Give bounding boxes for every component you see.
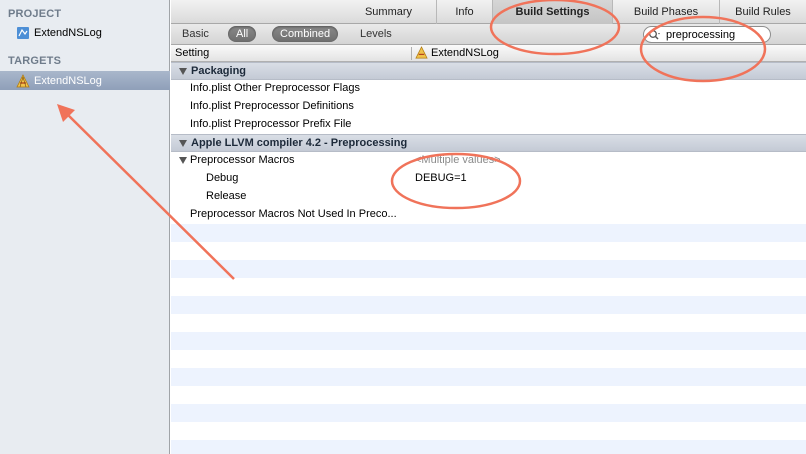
settings-column-header: Setting ExtendNSLog <box>171 45 806 62</box>
filter-levels-button[interactable]: Levels <box>352 26 400 42</box>
tab-build-settings[interactable]: Build Settings <box>492 0 612 24</box>
disclosure-triangle-icon[interactable] <box>179 140 187 147</box>
filter-basic-button[interactable]: Basic <box>174 26 217 42</box>
setting-name: Preprocessor Macros <box>190 154 295 166</box>
filter-all-button[interactable]: All <box>228 26 257 42</box>
empty-row <box>171 386 806 404</box>
build-settings-filter-bar: Basic All Combined Levels <box>171 24 806 45</box>
section-header-packaging[interactable]: Packaging <box>171 62 806 80</box>
table-row[interactable]: Info.plist Preprocessor Prefix File <box>171 116 806 134</box>
section-title: Apple LLVM compiler 4.2 - Preprocessing <box>191 137 408 149</box>
empty-row <box>171 260 806 278</box>
table-row[interactable]: Info.plist Preprocessor Definitions <box>171 98 806 116</box>
sidebar-item-target[interactable]: ExtendNSLog <box>0 71 170 90</box>
column-divider[interactable] <box>411 47 412 60</box>
disclosure-triangle-icon[interactable] <box>179 68 187 75</box>
target-name: ExtendNSLog <box>34 74 102 87</box>
project-navigator: PROJECT ExtendNSLog TARGETS ExtendNSLog <box>0 0 170 454</box>
setting-name: Info.plist Preprocessor Definitions <box>190 100 354 112</box>
project-blueprint-icon <box>16 26 30 40</box>
empty-row <box>171 440 806 454</box>
table-row[interactable]: Preprocessor Macros Not Used In Preco... <box>171 206 806 224</box>
tab-info[interactable]: Info <box>436 0 492 24</box>
empty-row <box>171 368 806 386</box>
filter-combined-button[interactable]: Combined <box>272 26 339 42</box>
table-row-debug[interactable]: Debug DEBUG=1 <box>171 170 806 188</box>
search-icon <box>648 29 662 41</box>
empty-row <box>171 296 806 314</box>
configuration-name: Release <box>206 190 247 202</box>
tab-summary[interactable]: Summary <box>341 0 436 24</box>
build-settings-table: Packaging Info.plist Other Preprocessor … <box>171 62 806 454</box>
disclosure-triangle-icon[interactable] <box>179 157 187 164</box>
tab-build-phases[interactable]: Build Phases <box>612 0 719 24</box>
empty-row <box>171 404 806 422</box>
setting-name: Info.plist Preprocessor Prefix File <box>190 118 352 130</box>
empty-row <box>171 332 806 350</box>
target-column-label: ExtendNSLog <box>431 46 499 59</box>
empty-row <box>171 422 806 440</box>
empty-row <box>171 350 806 368</box>
section-title: Packaging <box>191 65 247 77</box>
tab-build-rules[interactable]: Build Rules <box>719 0 806 24</box>
sidebar-item-project[interactable]: ExtendNSLog <box>0 23 170 42</box>
column-target[interactable]: ExtendNSLog <box>415 46 499 59</box>
empty-row <box>171 278 806 296</box>
column-setting[interactable]: Setting <box>175 47 209 59</box>
table-row[interactable]: Info.plist Other Preprocessor Flags <box>171 80 806 98</box>
section-header-llvm-preprocessing[interactable]: Apple LLVM compiler 4.2 - Preprocessing <box>171 134 806 152</box>
setting-value[interactable]: <Multiple values> <box>415 154 501 166</box>
setting-name: Preprocessor Macros Not Used In Preco... <box>190 208 397 220</box>
app-target-icon <box>16 73 30 88</box>
search-input[interactable] <box>666 28 756 41</box>
configuration-name: Debug <box>206 172 239 184</box>
empty-row <box>171 314 806 332</box>
project-name: ExtendNSLog <box>34 26 102 39</box>
search-field[interactable] <box>643 26 771 43</box>
project-heading: PROJECT <box>8 8 62 20</box>
setting-name: Info.plist Other Preprocessor Flags <box>190 82 360 94</box>
targets-heading: TARGETS <box>8 55 62 67</box>
setting-value[interactable]: DEBUG=1 <box>415 172 467 184</box>
empty-row <box>171 242 806 260</box>
editor-tab-bar: Summary Info Build Settings Build Phases… <box>171 0 806 24</box>
table-row-release[interactable]: Release <box>171 188 806 206</box>
target-column-icon <box>415 46 428 59</box>
table-row-preprocessor-macros[interactable]: Preprocessor Macros <Multiple values> <box>171 152 806 170</box>
empty-row <box>171 224 806 242</box>
